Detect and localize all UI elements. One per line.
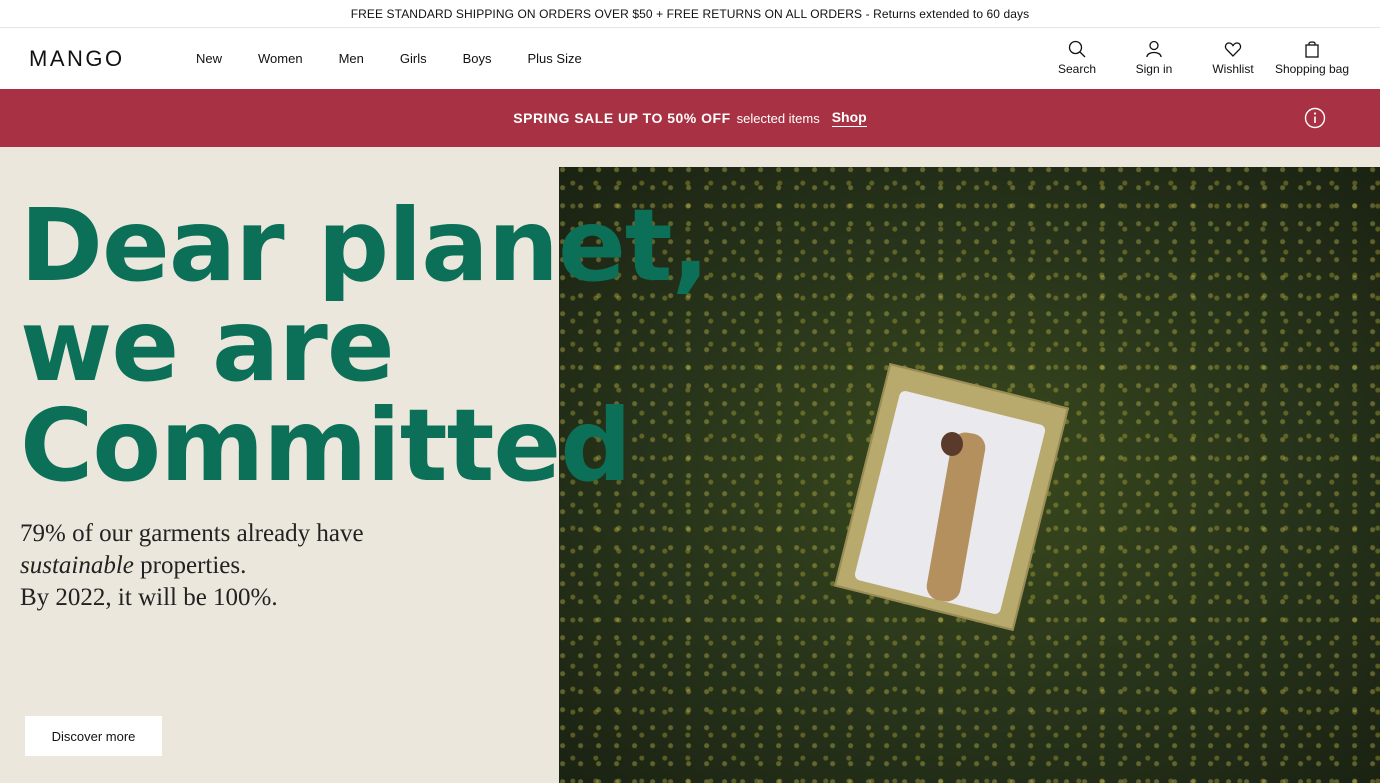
mango-logo[interactable]: MANGO [29,46,125,72]
wishlist-label: Wishlist [1212,62,1254,76]
nav-women[interactable]: Women [258,51,303,66]
info-icon[interactable] [1304,107,1326,129]
headline-line-2: we are [20,287,395,404]
photo-person-head [941,432,963,456]
shopping-bag-icon [1305,41,1319,58]
subtext-italic: sustainable [20,552,134,579]
hero-headline: Dear planet, we are Committed [20,196,720,496]
sign-in-label: Sign in [1135,62,1173,76]
search-label: Search [1057,62,1097,76]
search-icon [1068,40,1086,58]
sale-banner: SPRING SALE UP TO 50% OFF selected items… [0,89,1380,147]
site-header: MANGO New Women Men Girls Boys Plus Size… [0,28,1380,89]
discover-more-button[interactable]: Discover more [25,716,162,756]
hero-subtext: 79% of our garments already have sustain… [20,518,440,614]
nav-new[interactable]: New [196,51,222,66]
subtext-line-1: 79% of our garments already have [20,520,364,547]
shipping-banner-text: FREE STANDARD SHIPPING ON ORDERS OVER $5… [350,6,1030,21]
headline-line-3: Committed [20,387,632,504]
user-icon [1146,40,1162,58]
wishlist-button[interactable]: Wishlist [1188,40,1278,76]
subtext-line-2-rest: properties. [133,552,247,579]
nav-boys[interactable]: Boys [463,51,492,66]
shop-link[interactable]: Shop [831,109,867,127]
main-nav: New Women Men Girls Boys Plus Size [196,28,618,89]
subtext-line-2: sustainable properties. [20,550,440,582]
subtext-line-3: By 2022, it will be 100%. [20,584,278,611]
shipping-banner: FREE STANDARD SHIPPING ON ORDERS OVER $5… [0,0,1380,28]
nav-girls[interactable]: Girls [400,51,427,66]
shopping-bag-button[interactable]: Shopping bag [1267,40,1357,76]
sale-headline: SPRING SALE UP TO 50% OFF [513,110,731,126]
sign-in-button[interactable]: Sign in [1109,40,1199,76]
headline-line-1: Dear planet, [20,187,710,304]
nav-plus-size[interactable]: Plus Size [528,51,582,66]
shopping-bag-label: Shopping bag [1274,62,1350,76]
sale-subtext: selected items [736,110,820,126]
heart-icon [1224,42,1242,57]
nav-men[interactable]: Men [339,51,364,66]
